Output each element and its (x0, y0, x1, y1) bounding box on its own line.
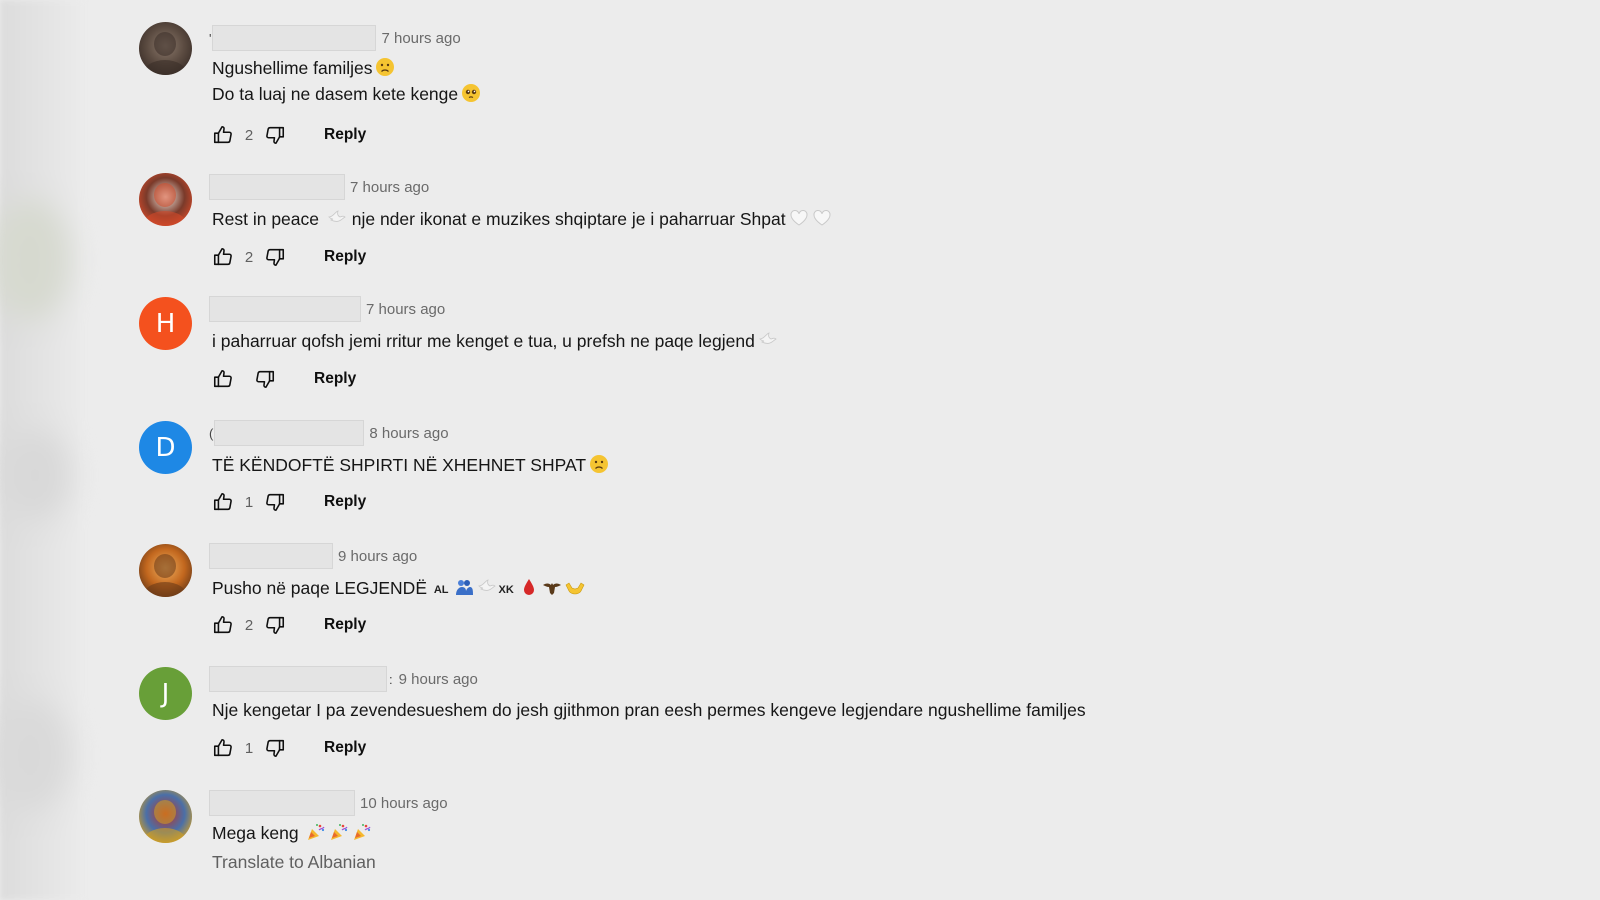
comment-timestamp[interactable]: 8 hours ago (369, 425, 448, 442)
author-name-visible-fragment: : (389, 671, 393, 687)
comment-actions: 2 Reply (212, 613, 366, 637)
thumbs-down-icon[interactable] (254, 368, 276, 390)
reply-button[interactable]: Reply (324, 248, 366, 266)
reply-button[interactable]: Reply (324, 126, 366, 144)
comment-text-fragment: Rest in peace (212, 209, 324, 229)
comment-timestamp[interactable]: 10 hours ago (360, 795, 448, 812)
comment-text-fragment: Nje kengetar I pa zevendesueshem do jesh… (212, 700, 1086, 720)
dove-emoji-icon (758, 330, 778, 350)
sad-face-emoji-icon (589, 454, 609, 474)
avatar[interactable] (139, 544, 192, 597)
dove-emoji-icon (477, 577, 497, 597)
author-name-redacted[interactable] (209, 790, 355, 816)
like-count: 2 (244, 126, 254, 144)
thumbs-up-icon[interactable] (212, 124, 234, 146)
comment-text-fragment: XK (498, 584, 514, 596)
eagle-emoji-icon (542, 577, 562, 597)
comment-actions: 1 Reply (212, 490, 366, 514)
comment-timestamp[interactable]: 7 hours ago (350, 179, 429, 196)
thumbs-down-icon[interactable] (264, 491, 286, 513)
comments-section: ' 7 hours ago Ngushellime familjes Do ta lu… (0, 0, 1600, 900)
party-popper-emoji-icon (329, 822, 349, 842)
comment-text-fragment: Pusho në paqe LEGJENDË (212, 578, 432, 598)
pleading-face-emoji-icon (461, 83, 481, 103)
translate-link[interactable]: Translate to Albanian (212, 852, 376, 873)
comment-text-fragment: nje nder ikonat e muzikes shqiptare je i… (346, 209, 786, 229)
comment-timestamp[interactable]: 7 hours ago (366, 301, 445, 318)
comment-actions: 2 Reply (212, 123, 366, 147)
reply-button[interactable]: Reply (324, 739, 366, 757)
thumbs-up-icon[interactable] (212, 368, 234, 390)
comment-timestamp[interactable]: 9 hours ago (399, 671, 478, 688)
thumbs-up-icon[interactable] (212, 491, 234, 513)
comment-header: 9 hours ago (209, 543, 417, 569)
comment-timestamp[interactable]: 7 hours ago (381, 30, 460, 47)
avatar[interactable] (139, 173, 192, 226)
reply-button[interactable]: Reply (314, 370, 356, 388)
white-heart-emoji-icon (789, 208, 809, 228)
comment-timestamp[interactable]: 9 hours ago (338, 548, 417, 565)
avatar-letter: H (155, 308, 176, 339)
thumbs-down-icon[interactable] (264, 124, 286, 146)
comment-text: Ngushellime familjes (212, 55, 395, 82)
comment-header: 10 hours ago (209, 790, 448, 816)
comment-header: 7 hours ago (209, 174, 429, 200)
author-name-visible-fragment: ' (209, 30, 212, 46)
avatar-letter: J (161, 678, 170, 709)
white-heart-emoji-icon (812, 208, 832, 228)
reply-button[interactable]: Reply (324, 493, 366, 511)
sad-face-emoji-icon (375, 57, 395, 77)
author-name-redacted[interactable] (214, 420, 365, 446)
comment-text: TË KËNDOFTË SHPIRTI NË XHEHNET SHPAT (212, 452, 609, 479)
author-name-visible-fragment: ( (209, 425, 214, 441)
like-count: 2 (244, 248, 254, 266)
comment-text: Rest in peace nje nder ikonat e muzikes … (212, 206, 832, 233)
comment-header: :9 hours ago (209, 666, 478, 692)
avatar[interactable] (139, 22, 192, 75)
author-name-redacted[interactable] (209, 666, 387, 692)
comment-actions: 2 Reply (212, 245, 366, 269)
comment-actions: 1 Reply (212, 736, 366, 760)
comment-actions: Reply (212, 367, 356, 391)
comment-text: Do ta luaj ne dasem kete kenge (212, 81, 481, 108)
thumbs-down-icon[interactable] (264, 614, 286, 636)
comment-text-fragment: Do ta luaj ne dasem kete kenge (212, 84, 459, 104)
reply-button[interactable]: Reply (324, 616, 366, 634)
party-popper-emoji-icon (306, 822, 326, 842)
comment-text-fragment: i paharruar qofsh jemi rritur me kenget … (212, 331, 755, 351)
thumbs-down-icon[interactable] (264, 246, 286, 268)
author-name-redacted[interactable] (209, 296, 361, 322)
thumbs-up-icon[interactable] (212, 246, 234, 268)
avatar[interactable]: H (139, 297, 192, 350)
comment-text-fragment: AL (433, 584, 449, 596)
comment-header: ' 7 hours ago (209, 25, 461, 51)
people-hugging-emoji-icon (454, 577, 474, 597)
thumbs-up-icon[interactable] (212, 614, 234, 636)
comment-text-fragment: TË KËNDOFTË SHPIRTI NË XHEHNET SHPAT (212, 455, 587, 475)
comment-text-fragment: Mega keng (212, 823, 304, 843)
comment-text: Mega keng (212, 820, 372, 847)
party-popper-emoji-icon (352, 822, 372, 842)
avatar[interactable]: D (139, 421, 192, 474)
comment-header: 7 hours ago (209, 296, 445, 322)
open-hands-emoji-icon (565, 577, 585, 597)
thumbs-up-icon[interactable] (212, 737, 234, 759)
like-count: 1 (244, 493, 254, 511)
like-count: 1 (244, 739, 254, 757)
avatar-letter: D (155, 432, 176, 463)
author-name-redacted[interactable] (209, 543, 333, 569)
avatar[interactable] (139, 790, 192, 843)
comment-header: (8 hours ago (209, 420, 449, 446)
comment-text: i paharruar qofsh jemi rritur me kenget … (212, 328, 778, 355)
comment-text: Pusho në paqe LEGJENDË AL XK (212, 575, 585, 604)
drop-of-blood-emoji-icon (519, 577, 539, 597)
author-name-redacted[interactable] (209, 174, 345, 200)
dove-emoji-icon (327, 208, 347, 228)
comment-text-fragment: Ngushellime familjes (212, 58, 373, 78)
author-name-redacted[interactable] (212, 25, 377, 51)
comment-text: Nje kengetar I pa zevendesueshem do jesh… (212, 697, 1086, 724)
avatar[interactable]: J (139, 667, 192, 720)
like-count: 2 (244, 616, 254, 634)
thumbs-down-icon[interactable] (264, 737, 286, 759)
